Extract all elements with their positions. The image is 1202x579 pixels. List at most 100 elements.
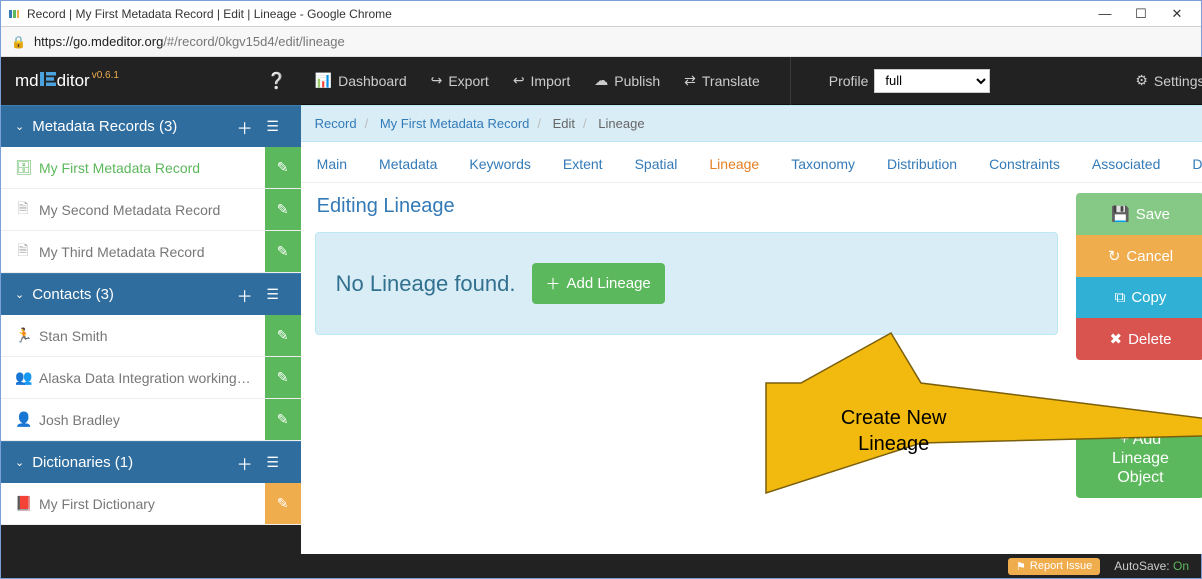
main: 📊Dashboard ↪Export ↩Import ☁Publish ⇄Tra… (301, 57, 1202, 554)
edit-contact-button[interactable]: ✎ (265, 315, 301, 356)
delete-icon: ✖ (1110, 330, 1123, 348)
topnav: 📊Dashboard ↪Export ↩Import ☁Publish ⇄Tra… (301, 57, 1202, 105)
tab-extent[interactable]: Extent (563, 156, 603, 172)
tab-spatial[interactable]: Spatial (635, 156, 678, 172)
url-host: https://go.mdeditor.org (34, 34, 163, 49)
browser-addressbar[interactable]: 🔒 https://go.mdeditor.org/#/record/0kgv1… (1, 27, 1201, 57)
crumb-lineage: Lineage (598, 116, 644, 131)
tab-distribution[interactable]: Distribution (887, 156, 957, 172)
close-button[interactable]: ✕ (1159, 6, 1195, 22)
autosave-status: AutoSave: On (1114, 559, 1189, 573)
tab-lineage[interactable]: Lineage (709, 156, 759, 172)
nav-translate[interactable]: ⇄Translate (684, 72, 760, 89)
tab-associated[interactable]: Associated (1092, 156, 1160, 172)
nav-settings[interactable]: ⚙Settings (1135, 72, 1202, 89)
edit-contact-button[interactable]: ✎ (265, 399, 301, 440)
help-icon[interactable]: ❔ (267, 71, 287, 91)
edit-record-button[interactable]: ✎ (265, 147, 301, 188)
nav-publish[interactable]: ☁Publish (594, 72, 660, 89)
nav-export[interactable]: ↪Export (431, 72, 489, 89)
chevron-down-icon: ⌄ (15, 120, 24, 133)
sidebar-section-contacts[interactable]: ⌄ Contacts (3) ＋ ☰ (1, 273, 301, 315)
url-path: /#/record/0kgv15d4/edit/lineage (163, 34, 344, 49)
lock-icon: 🔒 (11, 35, 26, 49)
person-icon: 🏃 (15, 327, 31, 344)
sidebar-item-contact[interactable]: 👥Alaska Data Integration working… ✎ (1, 357, 301, 399)
save-icon: 💾 (1111, 205, 1130, 223)
maximize-button[interactable]: ☐ (1123, 6, 1159, 22)
sidebar-section-dictionaries[interactable]: ⌄ Dictionaries (1) ＋ ☰ (1, 441, 301, 483)
content: Editing Lineage No Lineage found. ＋ Add … (301, 183, 1202, 554)
chevron-down-icon: ⌄ (15, 456, 24, 469)
browser-titlebar: Record | My First Metadata Record | Edit… (1, 1, 1201, 27)
sidebar-item-contact[interactable]: 👤Josh Bradley ✎ (1, 399, 301, 441)
edit-record-button[interactable]: ✎ (265, 189, 301, 230)
sidebar-item-contact[interactable]: 🏃Stan Smith ✎ (1, 315, 301, 357)
sidebar: md ditor v0.6.1 ❔ ⌄ Metadata Records (3)… (1, 57, 301, 554)
tab-keywords[interactable]: Keywords (469, 156, 530, 172)
add-lineage-button[interactable]: ＋ Add Lineage (532, 263, 665, 304)
edit-dictionary-button[interactable]: ✎ (265, 483, 301, 524)
file-icon: 🗎 (15, 198, 31, 222)
tab-main[interactable]: Main (317, 156, 347, 172)
footer: ⚑Report Issue AutoSave: On (1, 554, 1201, 578)
dashboard-icon: 📊 (315, 72, 332, 89)
tabs: Main Metadata Keywords Extent Spatial Li… (301, 142, 1202, 183)
add-record-button[interactable]: ＋ (231, 115, 259, 139)
undo-icon: ↻ (1108, 247, 1121, 265)
tab-more[interactable]: D (1192, 156, 1202, 172)
cancel-button[interactable]: ↻Cancel (1076, 235, 1202, 277)
sidebar-item-record[interactable]: 🗎My Second Metadata Record ✎ (1, 189, 301, 231)
tab-taxonomy[interactable]: Taxonomy (791, 156, 855, 172)
edit-record-button[interactable]: ✎ (265, 231, 301, 272)
list-icon[interactable]: ☰ (259, 454, 287, 471)
tab-metadata[interactable]: Metadata (379, 156, 437, 172)
crumb-record[interactable]: Record (315, 116, 357, 131)
nav-dashboard[interactable]: 📊Dashboard (315, 72, 407, 89)
list-icon[interactable]: ☰ (259, 118, 287, 135)
plus-icon: ＋ (546, 273, 561, 294)
sidebar-item-record[interactable]: 🗄My First Metadata Record ✎ (1, 147, 301, 189)
empty-text: No Lineage found. (336, 271, 516, 297)
chevron-down-icon: ⌄ (15, 288, 24, 301)
add-dictionary-button[interactable]: ＋ (231, 451, 259, 475)
sidebar-section-records[interactable]: ⌄ Metadata Records (3) ＋ ☰ (1, 105, 301, 147)
book-icon: 📕 (15, 495, 31, 512)
bug-icon: ⚑ (1016, 560, 1026, 573)
list-icon[interactable]: ☰ (259, 286, 287, 303)
tab-constraints[interactable]: Constraints (989, 156, 1060, 172)
copy-button[interactable]: ⧉Copy (1076, 277, 1202, 318)
brand: md ditor v0.6.1 ❔ (1, 57, 301, 105)
minimize-button[interactable]: — (1087, 6, 1123, 21)
file-icon: 🗎 (15, 240, 31, 264)
profile-select[interactable]: full (874, 69, 990, 93)
export-icon: ↪ (431, 72, 443, 89)
sidebar-fill (1, 525, 301, 554)
person-icon: 👤 (15, 411, 31, 428)
save-button[interactable]: 💾Save (1076, 193, 1202, 235)
edit-contact-button[interactable]: ✎ (265, 357, 301, 398)
gear-icon: ⚙ (1135, 72, 1148, 89)
import-icon: ↩ (513, 72, 525, 89)
brand-logo-icon (39, 71, 57, 92)
breadcrumb: Record/ My First Metadata Record/ Edit/ … (301, 105, 1202, 142)
sidebar-item-record[interactable]: 🗎My Third Metadata Record ✎ (1, 231, 301, 273)
copy-icon: ⧉ (1115, 289, 1126, 306)
add-contact-button[interactable]: ＋ (231, 283, 259, 307)
delete-button[interactable]: ✖Delete (1076, 318, 1202, 360)
browser-title: Record | My First Metadata Record | Edit… (27, 7, 1087, 21)
add-lineage-object-button[interactable]: + Add Lineage Object (1076, 420, 1202, 498)
divider (790, 57, 791, 105)
version-badge: v0.6.1 (92, 70, 119, 81)
database-icon: 🗄 (15, 159, 31, 176)
report-issue-button[interactable]: ⚑Report Issue (1008, 558, 1100, 575)
empty-panel: No Lineage found. ＋ Add Lineage (315, 232, 1059, 335)
sidebar-item-dictionary[interactable]: 📕My First Dictionary ✎ (1, 483, 301, 525)
app-icon (7, 7, 21, 21)
crumb-title[interactable]: My First Metadata Record (380, 116, 530, 131)
profile: Profile full (821, 69, 991, 93)
crumb-edit: Edit (553, 116, 575, 131)
nav-import[interactable]: ↩Import (513, 72, 570, 89)
group-icon: 👥 (15, 369, 31, 386)
translate-icon: ⇄ (684, 72, 696, 89)
